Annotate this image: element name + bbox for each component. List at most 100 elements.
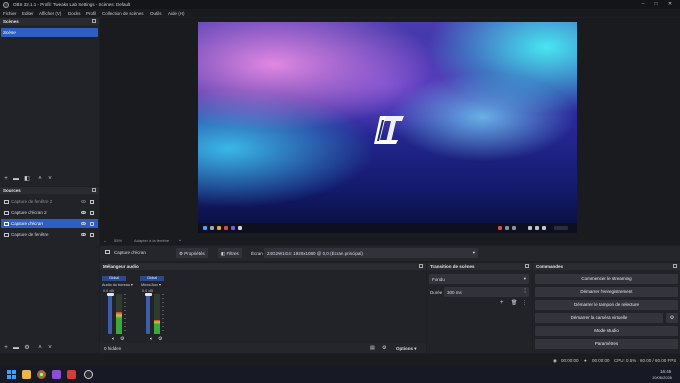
screen-select[interactable]: 24G2W1G4: 1920x1080 @ 0,0 (Écran princip… — [264, 248, 478, 258]
settings-button[interactable]: Paramètres — [535, 339, 678, 349]
source-settings-icon[interactable]: ⚙ — [24, 345, 30, 351]
gear-icon[interactable]: ⚙ — [120, 336, 124, 342]
scaling-mode[interactable]: Adapter à la fenêtre — [134, 238, 169, 243]
visibility-icon[interactable] — [81, 232, 86, 236]
file-explorer-icon[interactable] — [22, 370, 31, 379]
chrome-icon[interactable] — [37, 370, 46, 379]
undock-icon[interactable] — [92, 19, 96, 23]
volume-slider[interactable] — [108, 294, 112, 334]
settings-icon[interactable]: ⚙ — [382, 345, 386, 351]
maximize-button[interactable]: □ — [651, 1, 661, 8]
menu-file[interactable]: Fichier — [3, 11, 17, 16]
title-bar: OBS 32.1.1 - Profil: Tweaks Lab Settings… — [0, 0, 680, 9]
mixer-channel-name[interactable]: Audio du bureau ▾ — [102, 282, 133, 287]
app-icon[interactable] — [52, 370, 61, 379]
gear-icon[interactable]: ⚙ — [158, 336, 162, 342]
undock-icon[interactable] — [525, 264, 529, 268]
tray-icon — [505, 226, 509, 230]
menu-profile[interactable]: Profil — [86, 11, 96, 16]
filters-button[interactable]: ◧ Filtres — [218, 248, 242, 258]
menu-edit[interactable]: Editer — [22, 11, 34, 16]
move-up-icon[interactable]: ˄ — [37, 345, 43, 351]
speaker-icon[interactable]: 🔈︎ — [112, 336, 115, 342]
virtual-camera-button[interactable]: Démarrer la caméra virtuelle — [535, 313, 663, 323]
program-preview[interactable] — [198, 22, 577, 233]
undock-icon[interactable] — [419, 264, 423, 268]
move-down-icon[interactable]: ˅ — [47, 176, 53, 182]
start-recording-button[interactable]: Démarrer l'enregistrement — [535, 287, 678, 297]
chevron-down-icon: ▾ — [472, 250, 475, 255]
undock-icon[interactable] — [92, 188, 96, 192]
menu-help[interactable]: Aide (H) — [168, 11, 185, 16]
close-button[interactable]: ✕ — [665, 1, 675, 8]
lock-icon[interactable] — [90, 210, 94, 215]
add-source-button[interactable]: + — [3, 345, 9, 351]
obs-taskbar-icon[interactable] — [84, 370, 93, 379]
windows-start-icon[interactable] — [7, 370, 16, 379]
source-item[interactable]: Capture d'écran — [1, 219, 98, 228]
more-options-icon[interactable]: ⋮ — [522, 300, 527, 306]
scene-item[interactable]: Scène — [1, 28, 98, 37]
scene-filters-icon[interactable]: ◧ — [24, 176, 30, 182]
mixer-footer: 0 hidden ▤ ⚙ Options ▾ — [100, 343, 426, 353]
source-item[interactable]: Capture de fenêtre — [1, 230, 98, 239]
undock-icon[interactable] — [673, 264, 677, 268]
speaker-icon[interactable]: 🔈︎ — [150, 336, 153, 342]
app-icon — [238, 226, 242, 230]
move-up-icon[interactable]: ˄ — [37, 176, 43, 182]
duration-input[interactable]: 300 ms ˄ ˅ — [444, 287, 529, 297]
scenes-toolbar: + ▬ ◧ ˄ ˅ — [0, 174, 99, 184]
visibility-icon[interactable] — [81, 221, 86, 225]
source-item[interactable]: Capture de fenêtre 2 — [1, 197, 98, 206]
hidden-count: 0 hidden — [104, 346, 122, 351]
minimize-button[interactable]: – — [638, 1, 648, 8]
replay-buffer-button[interactable]: Démarrer le tampon de relecture — [535, 300, 678, 310]
app-icon — [210, 226, 214, 230]
os-taskbar: 16:45 10/06/2026 — [0, 366, 680, 383]
app-icon[interactable] — [67, 370, 76, 379]
add-scene-button[interactable]: + — [3, 176, 9, 182]
volume-slider[interactable] — [146, 294, 150, 334]
studio-mode-button[interactable]: Mode studio — [535, 326, 678, 336]
delete-transition-button[interactable]: 🗑︎ — [511, 300, 517, 306]
window-title: OBS 32.1.1 - Profil: Tweaks Lab Settings… — [13, 2, 131, 7]
zoom-icon[interactable]: ↔ — [103, 238, 107, 243]
virtual-camera-settings-icon[interactable]: ⚙ — [666, 313, 678, 323]
chevron-down-icon[interactable]: ⌄ — [178, 237, 182, 243]
sources-dock-title: Sources — [0, 187, 99, 194]
remove-scene-button[interactable]: ▬ — [13, 176, 19, 182]
scenes-dock-title: Scènes — [0, 18, 99, 25]
duration-label: Durée — [430, 290, 443, 295]
options-button[interactable]: Options ▾ — [396, 346, 417, 352]
menu-view[interactable]: Afficher (V) — [39, 11, 61, 16]
transition-type-select[interactable]: Fondu ▾ — [429, 274, 529, 284]
layout-icon[interactable]: ▤ — [370, 345, 375, 351]
display-capture-icon — [4, 221, 9, 226]
cpu-usage: CPU: 0.5% — [614, 357, 637, 363]
remove-source-button[interactable]: ▬ — [13, 345, 19, 351]
visibility-icon[interactable] — [81, 210, 86, 214]
properties-button[interactable]: ⚙ Propriétés — [176, 248, 208, 258]
volume-meter-level — [116, 312, 122, 334]
move-down-icon[interactable]: ˅ — [47, 345, 53, 351]
mixer-channel-name[interactable]: Micro/Aux ▾ — [141, 282, 161, 287]
menu-scene-collection[interactable]: Collection de scènes — [102, 11, 144, 16]
menu-docks[interactable]: Docks — [68, 11, 81, 16]
volume-meter — [154, 294, 160, 334]
add-transition-button[interactable]: + — [500, 300, 504, 306]
taskbar-date: 10/06/2026 — [652, 375, 673, 380]
display-capture-icon — [105, 250, 110, 254]
zoom-level[interactable]: 55% — [114, 238, 122, 243]
preview-status-bar: ↔ 55% Adapter à la fenêtre ⌄ — [100, 236, 680, 245]
source-context-bar: Capture d'écran ⚙ Propriétés ◧ Filtres É… — [100, 246, 680, 261]
volume-slider-handle[interactable] — [106, 293, 114, 296]
visibility-icon[interactable] — [81, 199, 86, 203]
chevron-down-icon: ▾ — [523, 276, 526, 281]
start-streaming-button[interactable]: Commencer le streaming — [535, 274, 678, 284]
source-item[interactable]: Capture d'écran 2 — [1, 208, 98, 217]
lock-icon[interactable] — [90, 221, 94, 226]
lock-icon[interactable] — [90, 199, 94, 204]
volume-slider-handle[interactable] — [144, 293, 152, 296]
lock-icon[interactable] — [90, 232, 94, 237]
menu-tools[interactable]: Outils — [150, 11, 162, 16]
